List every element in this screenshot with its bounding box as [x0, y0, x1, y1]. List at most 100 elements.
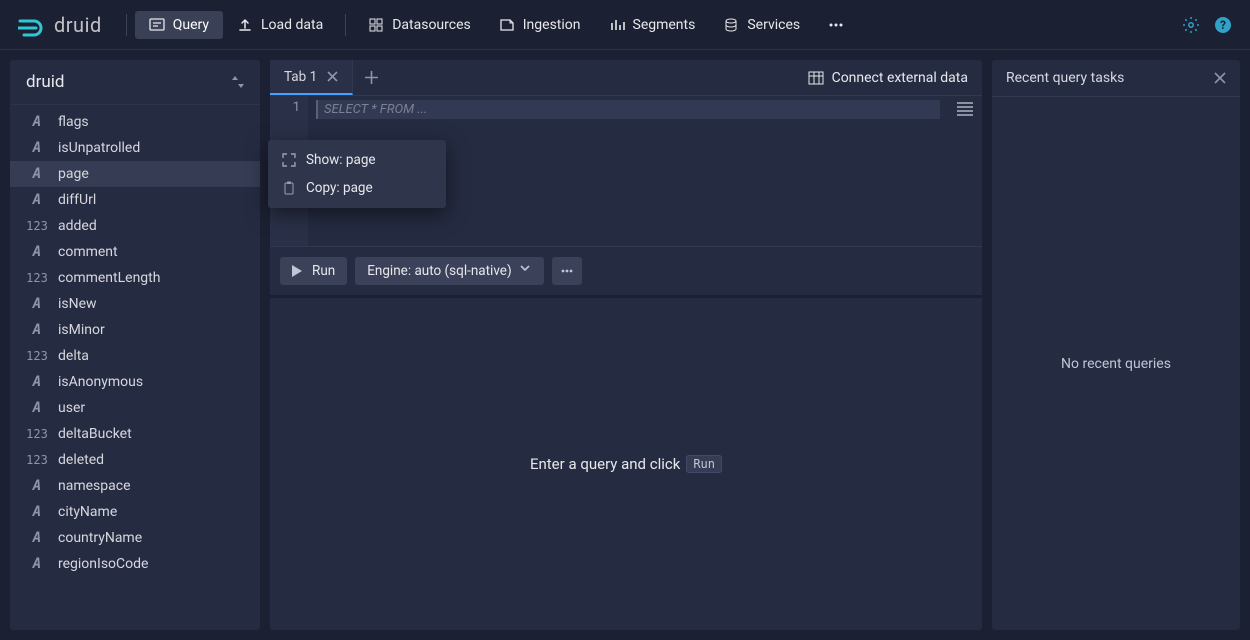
sidebar: druid AflagsAisUnpatrolledApageAdiffUrl1…: [10, 60, 260, 630]
column-name: isAnonymous: [58, 374, 143, 390]
column-name: isNew: [58, 296, 97, 312]
string-type-icon: A: [26, 400, 48, 416]
sidebar-header[interactable]: druid: [10, 60, 260, 105]
sort-icon[interactable]: [232, 75, 244, 89]
nav-query-label: Query: [173, 17, 209, 33]
column-name: isMinor: [58, 322, 105, 338]
nav-query[interactable]: Query: [135, 11, 223, 39]
column-item[interactable]: Acomment: [10, 239, 260, 265]
datasources-icon: [368, 17, 384, 33]
tab-1[interactable]: Tab 1: [270, 60, 353, 95]
nav-segments-label: Segments: [633, 17, 696, 33]
column-item[interactable]: 123delta: [10, 343, 260, 369]
run-button[interactable]: Run: [280, 257, 347, 285]
column-item[interactable]: Apage: [10, 161, 260, 187]
workspace: druid AflagsAisUnpatrolledApageAdiffUrl1…: [0, 50, 1250, 640]
top-nav: druid Query Load data Datasources Ingest…: [0, 0, 1250, 50]
divider: [345, 14, 346, 36]
engine-label: Engine: auto (sql-native): [367, 263, 511, 279]
column-name: isUnpatrolled: [58, 140, 140, 156]
nav-segments[interactable]: Segments: [595, 11, 710, 39]
nav-services-label: Services: [747, 17, 800, 33]
tab-add[interactable]: [353, 60, 390, 95]
column-item[interactable]: AisNew: [10, 291, 260, 317]
string-type-icon: A: [26, 244, 48, 260]
brand-text: druid: [54, 13, 102, 37]
column-name: deleted: [58, 452, 104, 468]
play-icon: [292, 265, 304, 277]
column-item[interactable]: Aflags: [10, 109, 260, 135]
tab-close-icon[interactable]: [327, 71, 338, 82]
run-more-button[interactable]: [552, 257, 582, 285]
nav-load-data[interactable]: Load data: [223, 11, 337, 39]
recent-tasks-body: No recent queries: [992, 97, 1240, 630]
editor-menu-icon[interactable]: [948, 96, 982, 246]
column-name: delta: [58, 348, 89, 364]
column-item[interactable]: AcityName: [10, 499, 260, 525]
column-item[interactable]: Anamespace: [10, 473, 260, 499]
connect-external-data[interactable]: Connect external data: [794, 60, 982, 95]
recent-tasks-panel: Recent query tasks No recent queries: [992, 60, 1240, 630]
column-name: comment: [58, 244, 118, 260]
ctx-copy[interactable]: Copy: page: [268, 174, 446, 202]
nav-services[interactable]: Services: [709, 11, 814, 39]
run-chip: Run: [686, 455, 722, 473]
column-item[interactable]: AisUnpatrolled: [10, 135, 260, 161]
more-icon: [560, 264, 574, 278]
close-icon[interactable]: [1214, 72, 1226, 84]
settings-icon[interactable]: [1182, 16, 1200, 34]
tab-label: Tab 1: [284, 69, 317, 85]
clipboard-icon: [282, 181, 296, 195]
ctx-copy-label: Copy: page: [306, 180, 373, 196]
nav-ingestion[interactable]: Ingestion: [485, 11, 595, 39]
string-type-icon: A: [26, 504, 48, 520]
more-icon: [828, 17, 844, 33]
string-type-icon: A: [26, 478, 48, 494]
tab-bar: Tab 1 Connect external data: [270, 60, 982, 96]
column-item[interactable]: 123 commentLength: [10, 265, 260, 291]
string-type-icon: A: [26, 192, 48, 208]
recent-tasks-empty: No recent queries: [1061, 356, 1171, 372]
column-item[interactable]: 123deltaBucket: [10, 421, 260, 447]
results-prompt: Enter a query and click: [530, 455, 680, 473]
number-type-icon: 123: [26, 271, 48, 285]
string-type-icon: A: [26, 296, 48, 312]
string-type-icon: A: [26, 374, 48, 390]
help-icon[interactable]: ?: [1214, 16, 1232, 34]
upload-icon: [237, 17, 253, 33]
column-name: flags: [58, 114, 89, 130]
column-item[interactable]: Auser: [10, 395, 260, 421]
column-name: commentLength: [58, 270, 160, 286]
column-item[interactable]: 123 added: [10, 213, 260, 239]
string-type-icon: A: [26, 114, 48, 130]
ctx-show[interactable]: Show: page: [268, 146, 446, 174]
sidebar-title: druid: [26, 72, 64, 92]
run-label: Run: [312, 263, 335, 279]
divider: [126, 14, 127, 36]
column-item[interactable]: AisMinor: [10, 317, 260, 343]
column-item[interactable]: AcountryName: [10, 525, 260, 551]
string-type-icon: A: [26, 322, 48, 338]
engine-select[interactable]: Engine: auto (sql-native): [355, 257, 543, 285]
logo[interactable]: druid: [18, 13, 102, 37]
recent-tasks-title: Recent query tasks: [1006, 70, 1124, 86]
string-type-icon: A: [26, 166, 48, 182]
number-type-icon: 123: [26, 427, 48, 441]
nav-datasources[interactable]: Datasources: [354, 11, 485, 39]
number-type-icon: 123: [26, 219, 48, 233]
column-item[interactable]: 123 deleted: [10, 447, 260, 473]
nav-more[interactable]: [814, 11, 858, 39]
context-menu: Show: page Copy: page: [268, 140, 446, 208]
svg-text:?: ?: [1220, 18, 1226, 32]
column-item[interactable]: AdiffUrl: [10, 187, 260, 213]
number-type-icon: 123: [26, 453, 48, 467]
chevron-down-icon: [520, 265, 532, 277]
column-name: page: [58, 166, 89, 182]
string-type-icon: A: [26, 140, 48, 156]
column-name: added: [58, 218, 97, 234]
column-list[interactable]: AflagsAisUnpatrolledApageAdiffUrl123adde…: [10, 105, 260, 630]
logo-icon: [18, 13, 46, 37]
column-item[interactable]: AregionIsoCode: [10, 551, 260, 577]
string-type-icon: A: [26, 530, 48, 546]
column-item[interactable]: AisAnonymous: [10, 369, 260, 395]
